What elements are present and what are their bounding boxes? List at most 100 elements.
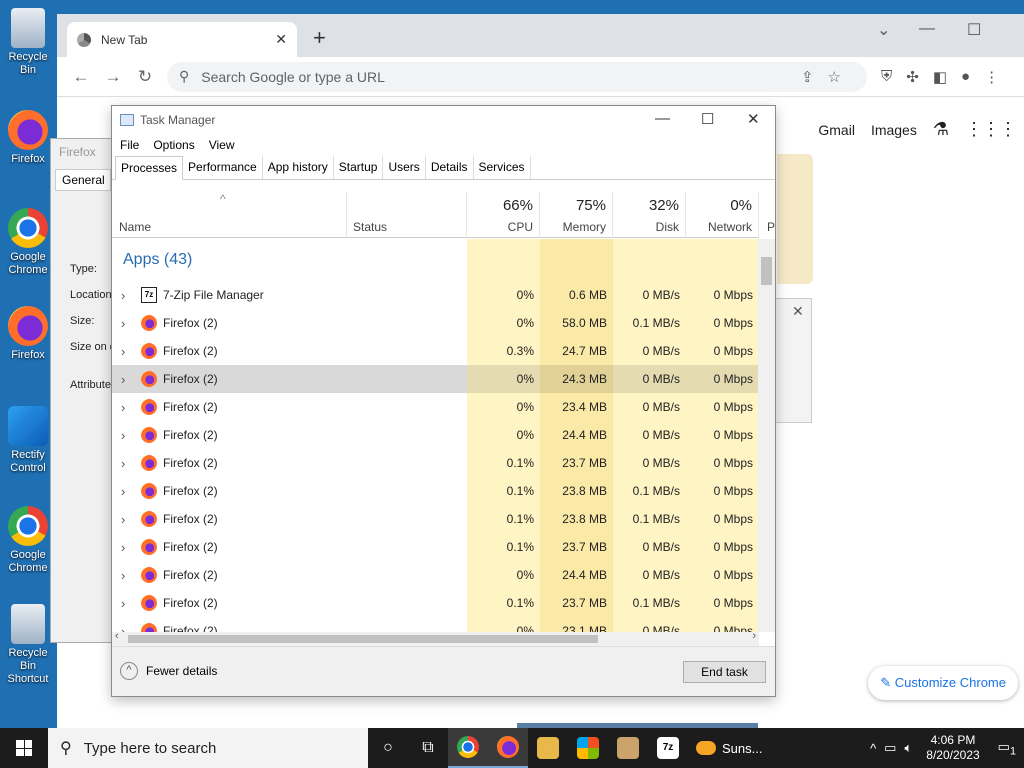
maximize-icon[interactable]: ☐ bbox=[967, 20, 981, 40]
network-icon[interactable]: ▭ bbox=[884, 740, 896, 756]
chevron-right-icon[interactable]: › bbox=[121, 400, 125, 415]
title-bar[interactable]: Task Manager — ☐ ✕ bbox=[112, 106, 775, 134]
task-view-icon[interactable]: ⧉ bbox=[408, 728, 448, 768]
process-row[interactable]: › Firefox (2) 0.3% 24.7 MB 0 MB/s 0 Mbps bbox=[112, 337, 759, 365]
taskbar-7zip[interactable]: 7z bbox=[648, 728, 688, 768]
taskbar-firefox[interactable] bbox=[488, 728, 528, 768]
taskbar-task-manager[interactable] bbox=[608, 728, 648, 768]
chevron-right-icon[interactable]: › bbox=[121, 568, 125, 583]
apps-grid-icon[interactable]: ⋮⋮⋮ bbox=[965, 119, 1017, 140]
menu-view[interactable]: View bbox=[209, 138, 235, 152]
tab-startup[interactable]: Startup bbox=[334, 156, 384, 179]
column-memory[interactable]: 75% Memory bbox=[540, 192, 613, 238]
tab-services[interactable]: Services bbox=[474, 156, 531, 179]
scroll-thumb[interactable] bbox=[128, 635, 598, 643]
profile-icon[interactable]: ● bbox=[961, 68, 970, 85]
tab-processes[interactable]: Processes bbox=[115, 156, 184, 180]
close-icon[interactable]: ✕ bbox=[747, 110, 760, 128]
chevron-right-icon[interactable]: › bbox=[121, 512, 125, 527]
images-link[interactable]: Images bbox=[871, 122, 917, 138]
volume-icon[interactable]: 🔈︎ bbox=[904, 740, 912, 756]
process-row[interactable]: › Firefox (2) 0.1% 23.7 MB 0 MB/s 0 Mbps bbox=[112, 533, 759, 561]
minimize-icon[interactable]: — bbox=[919, 20, 935, 38]
chevron-right-icon[interactable]: › bbox=[121, 596, 125, 611]
tab-app-history[interactable]: App history bbox=[263, 156, 334, 179]
column-disk[interactable]: 32% Disk bbox=[613, 192, 686, 238]
taskbar-explorer[interactable] bbox=[528, 728, 568, 768]
forward-icon[interactable]: → bbox=[97, 67, 129, 87]
chrome-tab-new-tab[interactable]: New Tab ✕ bbox=[67, 22, 297, 57]
process-row[interactable]: › 7z 7-Zip File Manager 0% 0.6 MB 0 MB/s 0 Mbp… bbox=[112, 281, 759, 309]
tab-performance[interactable]: Performance bbox=[183, 156, 263, 179]
process-row[interactable]: › Firefox (2) 0% 24.4 MB 0 MB/s 0 Mbps bbox=[112, 421, 759, 449]
tray-overflow-icon[interactable]: ^ bbox=[870, 741, 876, 756]
taskbar-chrome[interactable] bbox=[448, 728, 488, 768]
fewer-details-button[interactable]: ^ Fewer details bbox=[120, 662, 217, 680]
omnibox[interactable]: ⚲ Search Google or type a URL ⇪☆ bbox=[167, 61, 867, 92]
gmail-link[interactable]: Gmail bbox=[818, 122, 855, 138]
chevron-right-icon[interactable]: › bbox=[121, 316, 125, 331]
desktop-icon-recycle-bin[interactable]: Recycle Bin bbox=[0, 8, 56, 77]
column-status[interactable]: Status bbox=[347, 192, 467, 238]
new-tab-button[interactable]: + bbox=[313, 25, 326, 51]
reload-icon[interactable]: ↻ bbox=[129, 67, 161, 87]
chevron-right-icon[interactable]: › bbox=[121, 344, 125, 359]
ublock-icon[interactable]: ⛨ bbox=[881, 68, 892, 85]
extensions-icon[interactable]: ✣ bbox=[906, 68, 919, 86]
scroll-right-icon[interactable]: › bbox=[752, 630, 756, 642]
column-name[interactable]: ^ Name bbox=[112, 192, 347, 238]
side-panel-icon[interactable]: ◧ bbox=[933, 68, 947, 86]
desktop-icon-rectify[interactable]: Rectify Control bbox=[0, 406, 56, 475]
chevron-right-icon[interactable]: › bbox=[121, 428, 125, 443]
column-network[interactable]: 0% Network bbox=[686, 192, 759, 238]
group-header-apps[interactable]: Apps (43) bbox=[112, 239, 759, 281]
process-row[interactable]: › Firefox (2) 0.1% 23.8 MB 0.1 MB/s 0 Mbps bbox=[112, 477, 759, 505]
desktop-icon-firefox-2[interactable]: Firefox bbox=[0, 306, 56, 362]
scroll-left-icon[interactable]: ‹ bbox=[115, 630, 119, 642]
desktop-icon-chrome[interactable]: Google Chrome bbox=[0, 208, 56, 277]
share-bookmark-icons[interactable]: ⇪☆ bbox=[801, 68, 855, 86]
vertical-scrollbar[interactable] bbox=[758, 239, 775, 632]
chevron-right-icon[interactable]: › bbox=[121, 288, 125, 303]
scroll-thumb[interactable] bbox=[761, 257, 772, 285]
chevron-right-icon[interactable]: › bbox=[121, 484, 125, 499]
tab-close-icon[interactable]: ✕ bbox=[275, 31, 287, 48]
tab-users[interactable]: Users bbox=[383, 156, 426, 179]
menu-options[interactable]: Options bbox=[153, 138, 194, 152]
back-icon[interactable]: ← bbox=[65, 67, 97, 87]
weather-widget[interactable]: Suns... bbox=[688, 741, 762, 756]
chevron-right-icon[interactable]: › bbox=[121, 624, 125, 633]
clock[interactable]: 4:06 PM 8/20/2023 bbox=[926, 733, 979, 763]
column-power[interactable]: P bbox=[759, 192, 775, 238]
maximize-icon[interactable]: ☐ bbox=[701, 110, 714, 128]
customize-chrome-button[interactable]: ✎ Customize Chrome bbox=[868, 666, 1018, 700]
process-row[interactable]: › Firefox (2) 0.1% 23.7 MB 0.1 MB/s 0 Mbps bbox=[112, 589, 759, 617]
process-row[interactable]: › Firefox (2) 0.1% 23.8 MB 0.1 MB/s 0 Mbps bbox=[112, 505, 759, 533]
desktop-icon-chrome-2[interactable]: Google Chrome bbox=[0, 506, 56, 575]
process-row[interactable]: › Firefox (2) 0% 23.1 MB 0 MB/s 0 Mbps bbox=[112, 617, 759, 632]
desktop-icon-recycle-bin-shortcut[interactable]: Recycle Bin Shortcut bbox=[0, 604, 56, 686]
chevron-right-icon[interactable]: › bbox=[121, 372, 125, 387]
menu-icon[interactable]: ⋮ bbox=[984, 68, 999, 86]
cortana-icon[interactable]: ○ bbox=[368, 728, 408, 768]
taskbar-store[interactable] bbox=[568, 728, 608, 768]
tab-details[interactable]: Details bbox=[426, 156, 474, 179]
process-row[interactable]: › Firefox (2) 0% 23.4 MB 0 MB/s 0 Mbps bbox=[112, 393, 759, 421]
chevron-right-icon[interactable]: › bbox=[121, 540, 125, 555]
start-button[interactable] bbox=[0, 728, 48, 768]
column-cpu[interactable]: 66% CPU bbox=[467, 192, 540, 238]
desktop-icon-firefox[interactable]: Firefox bbox=[0, 110, 56, 166]
process-row[interactable]: › Firefox (2) 0% 58.0 MB 0.1 MB/s 0 Mbps bbox=[112, 309, 759, 337]
tab-general[interactable]: General bbox=[55, 169, 111, 191]
process-row[interactable]: › Firefox (2) 0.1% 23.7 MB 0 MB/s 0 Mbps bbox=[112, 449, 759, 477]
close-icon[interactable]: ✕ bbox=[792, 303, 804, 320]
tab-search-icon[interactable]: ⌄ bbox=[877, 20, 890, 40]
process-row[interactable]: › Firefox (2) 0% 24.3 MB 0 MB/s 0 Mbps bbox=[112, 365, 759, 393]
taskbar-search[interactable]: ⚲ Type here to search bbox=[48, 728, 368, 768]
process-row[interactable]: › Firefox (2) 0% 24.4 MB 0 MB/s 0 Mbps bbox=[112, 561, 759, 589]
menu-file[interactable]: File bbox=[120, 138, 139, 152]
end-task-button[interactable]: End task bbox=[683, 661, 766, 683]
minimize-icon[interactable]: — bbox=[655, 110, 670, 127]
notification-icon[interactable]: ▭1 bbox=[998, 739, 1016, 758]
horizontal-scrollbar[interactable]: ‹ › bbox=[112, 630, 759, 646]
